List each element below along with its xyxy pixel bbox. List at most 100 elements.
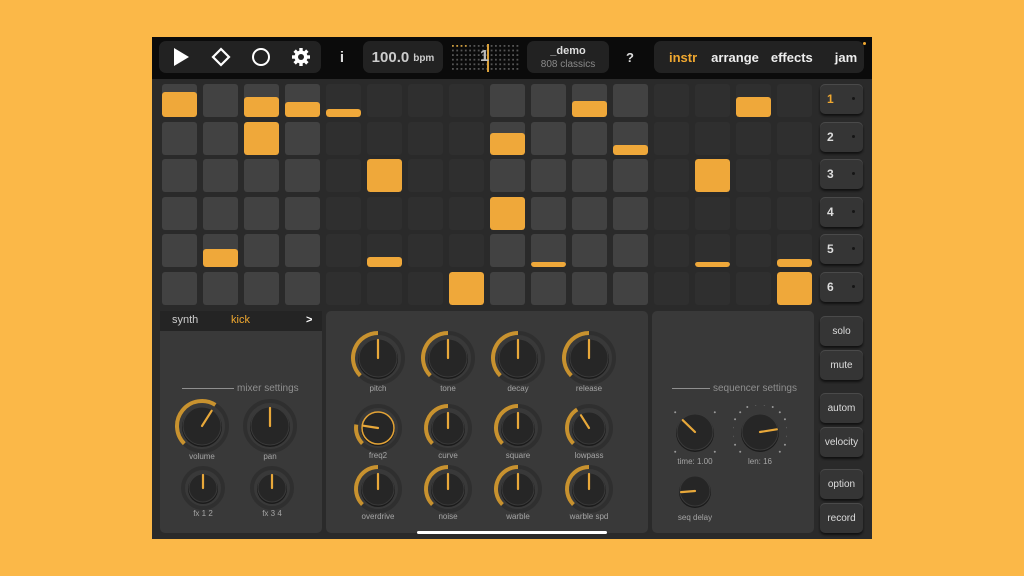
step-cell[interactable]: [777, 159, 812, 192]
tab-instr[interactable]: instr: [669, 50, 697, 65]
step-cell[interactable]: [613, 159, 648, 192]
step-cell[interactable]: [695, 84, 730, 117]
step-cell[interactable]: [654, 159, 689, 192]
solo-button[interactable]: solo: [820, 316, 863, 346]
home-indicator[interactable]: [417, 531, 607, 534]
warble-knob[interactable]: [493, 464, 543, 514]
record-mode-button[interactable]: [241, 41, 281, 73]
step-cell[interactable]: [654, 84, 689, 117]
tab-arrange[interactable]: arrange: [711, 50, 759, 65]
step-cell[interactable]: [572, 84, 607, 117]
step-cell[interactable]: [531, 159, 566, 192]
step-cell[interactable]: [613, 196, 648, 230]
release-knob[interactable]: [561, 330, 617, 386]
step-cell[interactable]: [203, 234, 238, 267]
step-cell[interactable]: [736, 196, 771, 230]
lowpass-knob[interactable]: [564, 403, 614, 453]
step-cell[interactable]: [490, 121, 525, 155]
step-cell[interactable]: [203, 84, 238, 117]
step-cell[interactable]: [695, 271, 730, 305]
step-cell[interactable]: [695, 121, 730, 155]
track-button-4[interactable]: 4: [820, 196, 863, 227]
step-cell[interactable]: [736, 84, 771, 117]
step-cell[interactable]: [162, 196, 197, 230]
step-cell[interactable]: [654, 121, 689, 155]
step-cell[interactable]: [449, 271, 484, 305]
step-cell[interactable]: [244, 271, 279, 305]
warble-spd-knob[interactable]: [564, 464, 614, 514]
step-cell[interactable]: [285, 84, 320, 117]
instrument-name[interactable]: kick: [231, 314, 250, 326]
step-cell[interactable]: [162, 121, 197, 155]
step-cell[interactable]: [244, 84, 279, 117]
step-cell[interactable]: [654, 234, 689, 267]
help-button[interactable]: ?: [620, 41, 640, 73]
info-button[interactable]: i: [332, 41, 352, 73]
step-cell[interactable]: [244, 234, 279, 267]
track-button-3[interactable]: 3: [820, 159, 863, 189]
step-cell[interactable]: [408, 271, 443, 305]
song-selector[interactable]: _demo 808 classics: [527, 41, 609, 73]
decay-knob[interactable]: [490, 330, 546, 386]
step-cell[interactable]: [367, 84, 402, 117]
instrument-type[interactable]: synth: [172, 314, 198, 326]
step-cell[interactable]: [613, 271, 648, 305]
step-cell[interactable]: [285, 271, 320, 305]
step-cell[interactable]: [162, 271, 197, 305]
step-cell[interactable]: [367, 196, 402, 230]
record-button[interactable]: record: [820, 503, 863, 533]
step-cell[interactable]: [695, 234, 730, 267]
step-cell[interactable]: [285, 196, 320, 230]
step-cell[interactable]: [162, 159, 197, 192]
step-cell[interactable]: [285, 234, 320, 267]
step-cell[interactable]: [777, 84, 812, 117]
pattern-button[interactable]: [201, 41, 241, 73]
step-cell[interactable]: [449, 234, 484, 267]
pan-knob[interactable]: [242, 398, 298, 454]
square-knob[interactable]: [493, 403, 543, 453]
step-cell[interactable]: [449, 121, 484, 155]
overdrive-knob[interactable]: [353, 464, 403, 514]
step-cell[interactable]: [367, 271, 402, 305]
fx-3-4-knob[interactable]: [249, 465, 295, 511]
step-cell[interactable]: [572, 121, 607, 155]
tone-knob[interactable]: [420, 330, 476, 386]
step-cell[interactable]: [326, 271, 361, 305]
step-cell[interactable]: [531, 271, 566, 305]
freq2-knob[interactable]: [353, 403, 403, 453]
step-cell[interactable]: [777, 121, 812, 155]
step-cell[interactable]: [572, 159, 607, 192]
track-button-6[interactable]: 6: [820, 271, 863, 302]
step-cell[interactable]: [326, 234, 361, 267]
step-cell[interactable]: [162, 234, 197, 267]
step-cell[interactable]: [490, 159, 525, 192]
step-cell[interactable]: [203, 159, 238, 192]
step-cell[interactable]: [408, 234, 443, 267]
step-cell[interactable]: [654, 271, 689, 305]
step-cell[interactable]: [572, 196, 607, 230]
seq-delay-knob[interactable]: [671, 467, 719, 515]
step-cell[interactable]: [531, 84, 566, 117]
step-cell[interactable]: [326, 121, 361, 155]
step-cell[interactable]: [449, 159, 484, 192]
step-cell[interactable]: [203, 196, 238, 230]
step-cell[interactable]: [531, 196, 566, 230]
step-cell[interactable]: [408, 196, 443, 230]
step-cell[interactable]: [490, 271, 525, 305]
step-cell[interactable]: [490, 84, 525, 117]
step-cell[interactable]: [285, 159, 320, 192]
fx-1-2-knob[interactable]: [180, 465, 226, 511]
pattern-overview[interactable]: 1: [450, 43, 522, 73]
mute-button[interactable]: mute: [820, 350, 863, 380]
step-cell[interactable]: [736, 159, 771, 192]
settings-button[interactable]: [281, 41, 321, 73]
bpm-display[interactable]: 100.0 bpm: [363, 41, 443, 73]
step-cell[interactable]: [531, 121, 566, 155]
step-cell[interactable]: [613, 234, 648, 267]
step-cell[interactable]: [326, 84, 361, 117]
step-cell[interactable]: [449, 84, 484, 117]
step-cell[interactable]: [162, 84, 197, 117]
step-cell[interactable]: [777, 234, 812, 267]
tab-effects[interactable]: effects: [771, 50, 813, 65]
step-cell[interactable]: [449, 196, 484, 230]
